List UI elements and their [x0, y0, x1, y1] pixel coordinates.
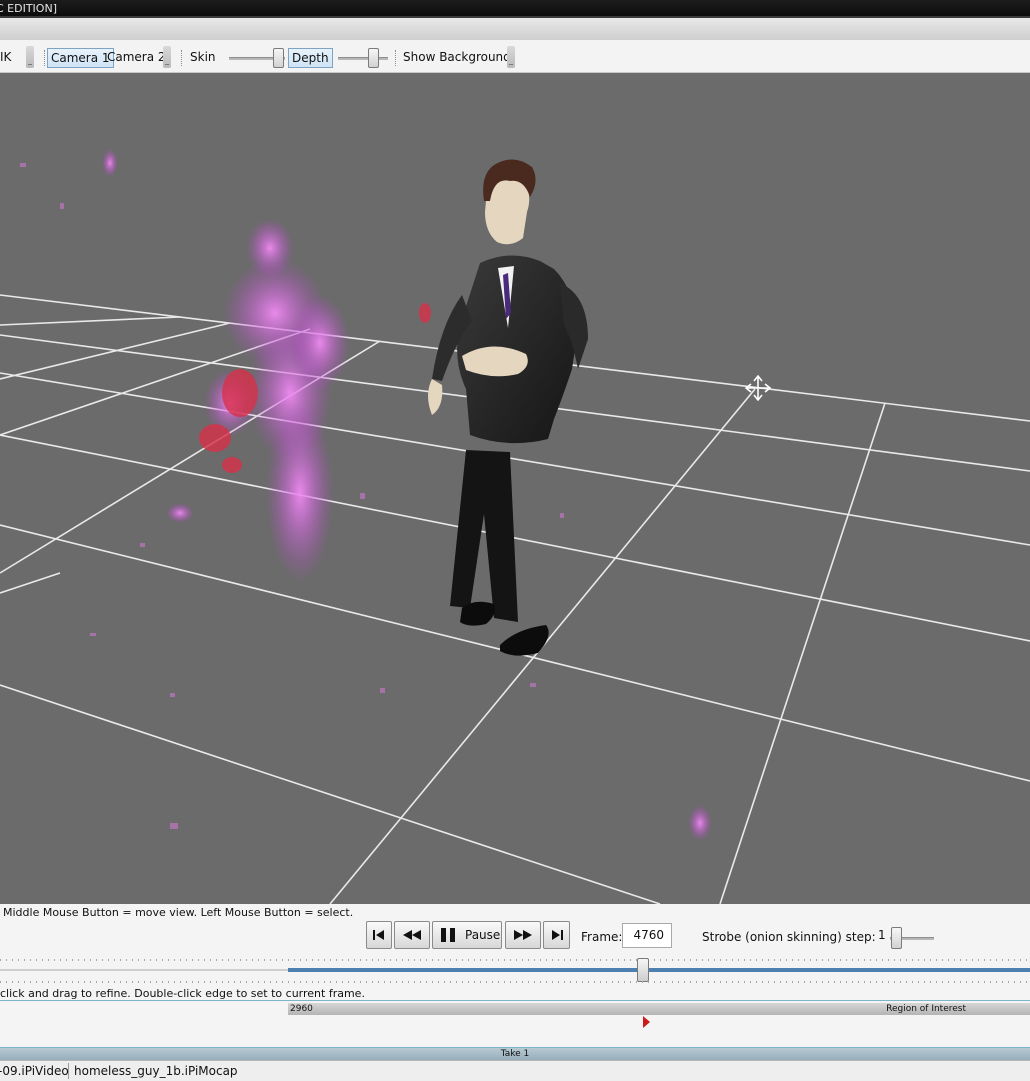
take-label: Take 1 [500, 1049, 530, 1059]
timeline-track[interactable] [0, 969, 288, 971]
fast-forward-button[interactable] [505, 921, 541, 949]
3d-viewport[interactable] [0, 73, 1030, 904]
depth-slider-track[interactable] [338, 57, 388, 60]
pause-label: Pause [465, 928, 501, 942]
roi-hint: click and drag to refine. Double-click e… [0, 987, 365, 1000]
depth-button[interactable]: Depth [288, 48, 333, 68]
camera-1-button[interactable]: Camera 1 [47, 48, 114, 68]
scene-canvas [0, 149, 1030, 904]
timeline-played-range[interactable] [288, 968, 1030, 972]
frame-label: Frame: [581, 930, 623, 944]
timeline-scrubber[interactable] [637, 958, 649, 982]
timeline-ticks-bottom [0, 981, 1030, 983]
region-of-interest-bar[interactable]: 2960 Region of Interest [288, 1003, 1030, 1015]
frame-input[interactable]: 4760 [622, 923, 672, 948]
roi-divider [0, 1000, 1030, 1001]
toolbar-grip-icon[interactable] [163, 46, 171, 68]
toolbar-grip-icon[interactable] [26, 46, 34, 68]
strobe-value: 1 [878, 928, 886, 942]
menu-band [0, 18, 1030, 41]
strobe-label: Strobe (onion skinning) step: [702, 930, 876, 944]
strobe-slider-thumb[interactable] [891, 927, 902, 949]
toolbar-separator [395, 50, 397, 66]
toolbar-separator [44, 50, 46, 66]
depth-slider-thumb[interactable] [368, 48, 379, 68]
playback-panel: Middle Mouse Button = move view. Left Mo… [0, 904, 1030, 1080]
fast-forward-icon [514, 930, 532, 940]
skip-end-icon [551, 930, 563, 940]
avatar-model [428, 159, 588, 656]
pause-button[interactable]: Pause [432, 921, 502, 949]
go-to-end-button[interactable] [543, 921, 570, 949]
video-file-name: -09.iPiVideo [0, 1064, 69, 1078]
toolbar-grip-icon[interactable] [507, 46, 515, 68]
title-bar: C EDITION] [0, 0, 1030, 18]
status-divider [68, 1063, 69, 1079]
skin-label: Skin [190, 50, 216, 64]
roi-label: Region of Interest [886, 1004, 966, 1014]
skip-start-icon [373, 930, 384, 940]
view-toolbar: IK Camera 1 Camera 2 Skin Depth Show Bac… [0, 40, 1030, 73]
rewind-icon [403, 930, 421, 940]
depth-point-cloud [102, 149, 712, 841]
pause-icon [441, 928, 455, 942]
timeline-ticks-top [0, 959, 1030, 961]
camera-2-button[interactable]: Camera 2 [107, 48, 166, 66]
viewport-hint: Middle Mouse Button = move view. Left Mo… [3, 906, 354, 919]
rewind-button[interactable] [394, 921, 430, 949]
toolbar-separator [181, 50, 183, 66]
roi-start-frame: 2960 [290, 1004, 313, 1014]
project-file-name: homeless_guy_1b.iPiMocap [74, 1064, 238, 1078]
take-bar[interactable]: Take 1 [0, 1047, 1030, 1061]
status-bar: -09.iPiVideo homeless_guy_1b.iPiMocap [0, 1060, 1030, 1081]
show-background-button[interactable]: Show Background [403, 48, 511, 66]
ik-button[interactable]: IK [0, 48, 11, 66]
go-to-start-button[interactable] [366, 921, 392, 949]
skin-slider-thumb[interactable] [273, 48, 284, 68]
current-frame-marker-icon[interactable] [643, 1016, 650, 1028]
